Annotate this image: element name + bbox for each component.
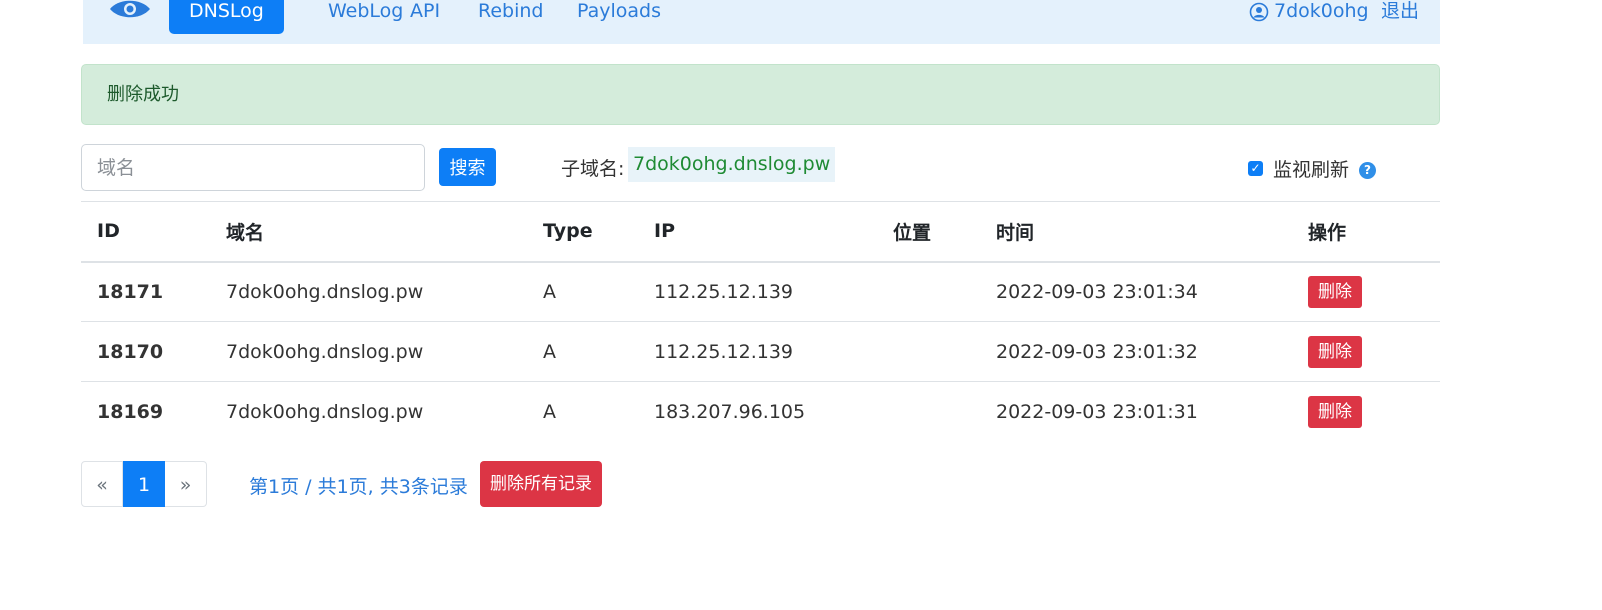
row-action-cell: 删除 <box>1292 262 1440 322</box>
search-button[interactable]: 搜索 <box>439 148 496 186</box>
delete-button[interactable]: 删除 <box>1308 335 1362 368</box>
subdomain-label: 子域名: <box>561 158 625 180</box>
delete-button[interactable]: 删除 <box>1308 396 1362 429</box>
username-link[interactable]: 7dok0ohg <box>1274 0 1369 34</box>
nav-item-payloads[interactable]: Payloads <box>577 0 661 34</box>
monitor-refresh-checkbox[interactable]: ✓ <box>1248 160 1263 176</box>
column-header-action: 操作 <box>1292 201 1440 263</box>
nav-item-dnslog[interactable]: DNSLog <box>169 0 284 34</box>
eye-icon[interactable] <box>109 0 151 22</box>
row-type: A <box>543 280 556 303</box>
monitor-refresh: ✓ 监视刷新 ? <box>1248 155 1377 182</box>
row-time: 2022-09-03 23:01:34 <box>996 280 1198 303</box>
pagination-next[interactable]: » <box>165 461 207 507</box>
delete-button[interactable]: 删除 <box>1308 275 1362 308</box>
nav-item-api[interactable]: API <box>410 0 440 34</box>
row-domain: 7dok0ohg.dnslog.pw <box>210 381 527 443</box>
row-id: 18171 <box>97 280 164 303</box>
search-input[interactable] <box>81 144 425 191</box>
user-circle-icon <box>1249 2 1269 22</box>
row-ip-link[interactable]: 112.25.12.139 <box>638 321 877 382</box>
table-row: 18171 7dok0ohg.dnslog.pw A 112.25.12.139… <box>81 262 1440 322</box>
pagination-page-1[interactable]: 1 <box>123 461 165 507</box>
table-header-row: ID 域名 Type IP 位置 时间 操作 <box>81 201 1440 263</box>
row-action-cell: 删除 <box>1292 381 1440 443</box>
pagination-prev[interactable]: « <box>81 461 123 507</box>
row-time: 2022-09-03 23:01:31 <box>980 381 1292 443</box>
table-row: 18170 7dok0ohg.dnslog.pw A 112.25.12.139… <box>81 321 1440 382</box>
row-id: 18169 <box>81 381 210 443</box>
subdomain-value: 7dok0ohg.dnslog.pw <box>628 147 836 182</box>
column-header-time: 时间 <box>980 201 1292 263</box>
pagination: « 1 » <box>81 461 207 507</box>
dns-log-table: ID 域名 Type IP 位置 时间 操作 18171 7dok0ohg.dn… <box>81 201 1440 443</box>
row-location <box>877 262 980 322</box>
monitor-refresh-label[interactable]: 监视刷新 <box>1273 155 1349 182</box>
row-type: A <box>527 321 638 382</box>
question-circle-icon[interactable]: ? <box>1359 161 1377 179</box>
column-header-type: Type <box>527 201 638 263</box>
nav-item-weblog[interactable]: WebLog <box>328 0 403 34</box>
table-row: 18169 7dok0ohg.dnslog.pw A 183.207.96.10… <box>81 381 1440 443</box>
row-domain: 7dok0ohg.dnslog.pw <box>226 280 424 303</box>
success-alert: 删除成功 <box>81 64 1440 125</box>
column-header-ip: IP <box>638 201 877 263</box>
column-header-domain: 域名 <box>210 201 527 263</box>
column-header-id: ID <box>81 201 210 263</box>
logout-link[interactable]: 退出 <box>1381 0 1419 34</box>
row-action-cell: 删除 <box>1292 321 1440 382</box>
row-ip-link[interactable]: 112.25.12.139 <box>638 262 877 322</box>
top-navbar: DNSLog WebLog API Rebind Payloads 7dok0o… <box>83 0 1440 44</box>
row-location <box>877 321 980 382</box>
row-domain: 7dok0ohg.dnslog.pw <box>210 321 527 382</box>
row-time: 2022-09-03 23:01:32 <box>980 321 1292 382</box>
nav-item-rebind[interactable]: Rebind <box>478 0 543 34</box>
row-type: A <box>527 381 638 443</box>
delete-all-button[interactable]: 删除所有记录 <box>480 461 602 507</box>
row-id: 18170 <box>81 321 210 382</box>
pagination-info: 第1页 / 共1页, 共3条记录 <box>249 476 468 498</box>
row-ip-link[interactable]: 183.207.96.105 <box>638 381 877 443</box>
column-header-location: 位置 <box>877 201 980 263</box>
row-location <box>877 381 980 443</box>
